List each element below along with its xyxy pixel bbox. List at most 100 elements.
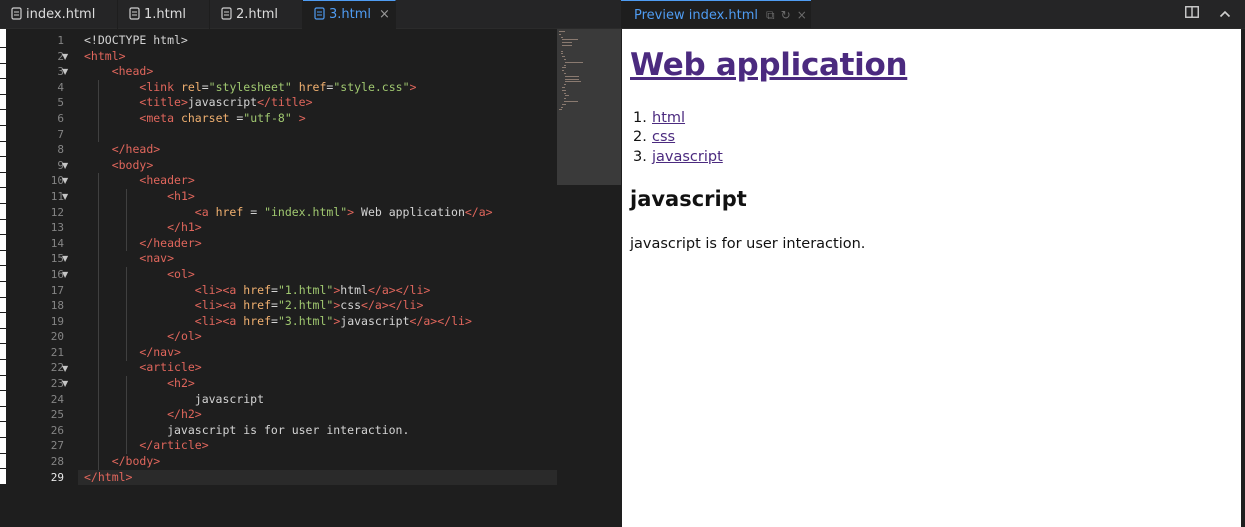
close-tab-icon[interactable]: ×: [797, 8, 807, 22]
fold-arrow-icon[interactable]: ▼: [62, 189, 68, 205]
line-number: 18: [50, 299, 64, 313]
line-number: 13: [50, 221, 64, 235]
nav-link-html[interactable]: html: [652, 110, 685, 126]
line-number: 26: [50, 423, 64, 437]
code-line[interactable]: javascript is for user interaction.: [84, 423, 557, 439]
code-line[interactable]: <head>: [84, 64, 557, 80]
code-line[interactable]: <meta charset ="utf-8" >: [84, 111, 557, 127]
code-line[interactable]: </body>: [84, 454, 557, 470]
page-title-link[interactable]: Web application: [630, 47, 908, 83]
minimap-line: [562, 39, 579, 41]
gutter-divider: [0, 234, 6, 236]
gutter-divider: [0, 203, 6, 204]
split-editor-icon[interactable]: [1184, 0, 1199, 29]
minimap-line: [559, 31, 565, 32]
code-line[interactable]: <li><a href="3.html">javascript</a></li>: [84, 314, 557, 330]
code-line[interactable]: <li><a href="2.html">css</a></li>: [84, 298, 557, 314]
line-number: 5: [57, 96, 64, 110]
fold-arrow-icon[interactable]: ▼: [62, 158, 68, 174]
code-line[interactable]: <li><a href="1.html">html</a></li>: [84, 283, 557, 299]
code-editor[interactable]: 1 2 3 4 5 6 7 8 9 10 11 12 13 14 15 16 17 18 19 20 21 22 23 24 2…: [0, 29, 621, 527]
code-line[interactable]: </html>: [78, 469, 557, 486]
code-line[interactable]: <header>: [84, 173, 557, 189]
minimap-line: [560, 36, 563, 38]
gutter-divider: [0, 140, 6, 142]
article-heading: javascript: [630, 187, 747, 211]
gutter-divider: [0, 249, 6, 251]
fold-arrow-icon[interactable]: ▼: [62, 251, 68, 267]
line-number: 17: [50, 283, 64, 297]
fold-arrow-icon[interactable]: ▼: [62, 376, 68, 392]
nav-link-css[interactable]: css: [652, 129, 675, 145]
nav-link-javascript[interactable]: javascript: [652, 149, 723, 165]
code-line[interactable]: </header>: [84, 236, 557, 252]
code-line[interactable]: <h1>: [84, 189, 557, 205]
pane-actions: [1169, 0, 1231, 29]
code-line[interactable]: </h2>: [84, 407, 557, 423]
fold-arrow-icon[interactable]: ▼: [62, 49, 68, 65]
minimap-line: [565, 61, 583, 63]
line-number: 9: [57, 158, 64, 172]
code-line[interactable]: <html>: [84, 49, 557, 65]
tab-preview[interactable]: Preview index.html ⧉ ↻ ×: [621, 0, 811, 28]
list-number: 1.: [633, 110, 647, 126]
code-lines[interactable]: <!DOCTYPE html> <html> <head> <link rel="…: [78, 33, 557, 486]
gutter-divider: [0, 109, 6, 111]
minimap-line: [565, 75, 579, 77]
refresh-icon[interactable]: ↻: [781, 8, 791, 22]
code-line[interactable]: </ol>: [84, 329, 557, 345]
list-number: 2.: [633, 129, 647, 146]
tab-3-html[interactable]: 3.html ×: [303, 0, 396, 29]
code-line[interactable]: <title>javascript</title>: [84, 95, 557, 111]
line-number: 2: [57, 49, 64, 63]
minimap[interactable]: [557, 29, 621, 185]
tab-index-html[interactable]: index.html: [0, 0, 118, 29]
code-line[interactable]: <ol>: [84, 267, 557, 283]
code-line[interactable]: <h2>: [84, 376, 557, 392]
gutter-divider: [0, 171, 6, 173]
minimap-line: [565, 81, 582, 83]
gutter-divider: [0, 312, 6, 314]
code-line[interactable]: </h1>: [84, 220, 557, 236]
gutter-divider: [0, 327, 6, 329]
code-line[interactable]: <article>: [84, 360, 557, 376]
line-number: 11: [50, 189, 64, 203]
code-line[interactable]: <!DOCTYPE html>: [84, 33, 557, 49]
minimap-line: [560, 53, 563, 55]
minimap-line: [563, 64, 566, 66]
line-number: 1: [57, 34, 64, 47]
fold-arrow-icon[interactable]: ▼: [62, 64, 68, 80]
code-line[interactable]: [84, 127, 557, 143]
line-number: 21: [50, 345, 64, 359]
fold-arrow-icon[interactable]: ▼: [62, 361, 68, 377]
list-number: 3.: [633, 148, 647, 165]
minimap-line: [562, 89, 566, 91]
open-external-icon[interactable]: ⧉: [766, 8, 775, 22]
minimap-line: [562, 87, 565, 88]
code-line[interactable]: <body>: [84, 158, 557, 174]
line-number: 22: [50, 361, 64, 375]
gutter-divider: [0, 156, 6, 158]
gutter-divider: [0, 265, 6, 267]
chevron-up-icon[interactable]: [1219, 0, 1231, 29]
fold-arrow-icon[interactable]: ▼: [62, 173, 68, 189]
line-number: 28: [50, 455, 64, 469]
code-line[interactable]: <link rel="stylesheet" href="style.css">: [84, 80, 557, 96]
code-line[interactable]: <a href = "index.html"> Web application<…: [84, 205, 557, 221]
fold-arrow-icon[interactable]: ▼: [62, 267, 68, 283]
tab-label: index.html: [26, 7, 96, 22]
gutter-divider: [0, 390, 6, 392]
close-tab-icon[interactable]: ×: [379, 7, 390, 22]
code-line[interactable]: </head>: [84, 142, 557, 158]
editor-tab-bar: index.html 1.html 2.html 3.html ×: [0, 0, 621, 29]
code-line[interactable]: </article>: [84, 438, 557, 454]
code-line[interactable]: </nav>: [84, 345, 557, 361]
gutter-divider: [0, 218, 6, 220]
code-line[interactable]: <nav>: [84, 251, 557, 267]
tab-1-html[interactable]: 1.html: [118, 0, 210, 29]
code-line[interactable]: javascript: [84, 392, 557, 408]
line-number: 24: [50, 392, 64, 406]
tab-2-html[interactable]: 2.html: [210, 0, 303, 29]
indent-guide: [126, 189, 127, 252]
gutter-divider: [0, 187, 6, 189]
